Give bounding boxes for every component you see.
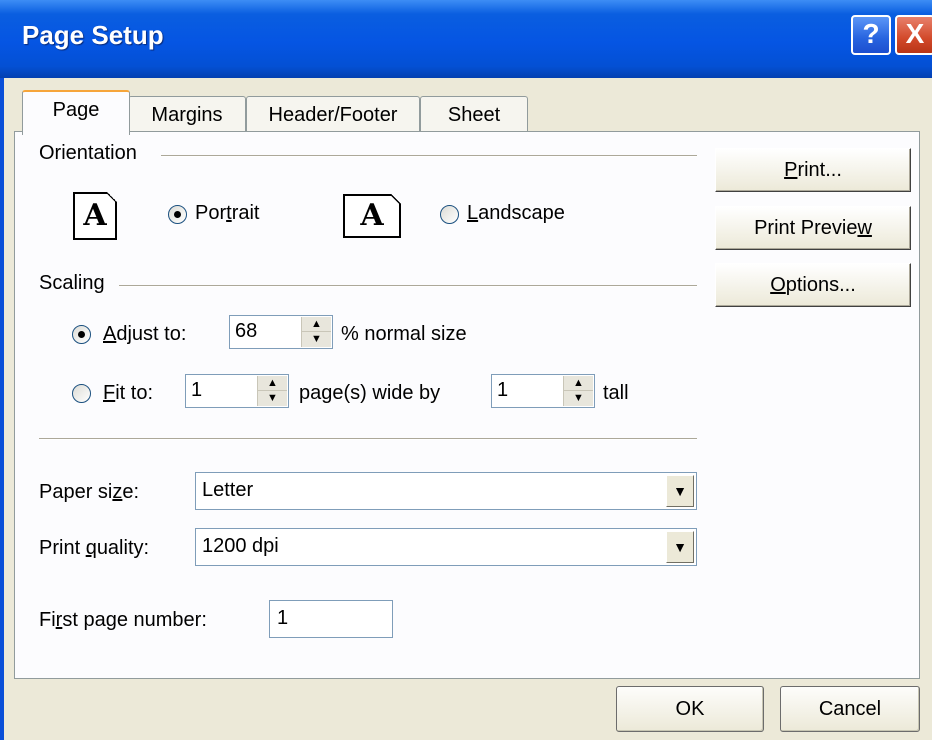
tab-page[interactable]: Page (22, 90, 130, 135)
help-button[interactable]: ? (851, 15, 891, 55)
cancel-label: Cancel (818, 698, 882, 720)
adjust-percent-value[interactable]: 68 (235, 320, 257, 343)
tab-label: Page (52, 99, 100, 121)
fit-tall-suffix-label: tall (603, 382, 629, 404)
page-setup-dialog: Page Setup ? X Margins Header/Footer She… (0, 0, 932, 740)
chevron-down-icon[interactable]: ▼ (666, 531, 694, 563)
ok-button[interactable]: OK (616, 686, 764, 732)
tab-header-footer[interactable]: Header/Footer (246, 96, 420, 134)
portrait-radio[interactable] (168, 205, 187, 224)
orientation-divider (161, 155, 697, 157)
spinner-buttons[interactable]: ▲ ▼ (257, 376, 287, 406)
adjust-percent-spinner[interactable]: 68 ▲ ▼ (229, 315, 333, 349)
paper-size-select[interactable]: Letter ▼ (195, 472, 697, 510)
fit-to-radio[interactable] (72, 384, 91, 403)
portrait-label[interactable]: Portrait (195, 202, 259, 225)
landscape-radio[interactable] (440, 205, 459, 224)
fit-wide-spinner[interactable]: 1 ▲ ▼ (185, 374, 289, 408)
close-icon: X (905, 18, 925, 49)
fit-to-label[interactable]: Fit to: (103, 382, 153, 405)
tab-label: Margins (151, 104, 223, 126)
tab-margins[interactable]: Margins (128, 96, 246, 134)
options-button[interactable]: Options... (715, 263, 911, 307)
adjust-suffix-label: % normal size (341, 323, 467, 345)
chevron-down-icon[interactable]: ▼ (666, 475, 694, 507)
scaling-divider (119, 285, 697, 287)
window-title: Page Setup (22, 20, 164, 50)
scaling-heading: Scaling (39, 272, 105, 295)
orientation-heading: Orientation (39, 142, 137, 165)
portrait-page-icon: A (73, 192, 117, 240)
spin-up-icon[interactable]: ▲ (564, 376, 593, 391)
spin-down-icon[interactable]: ▼ (302, 332, 331, 347)
print-preview-button[interactable]: Print Preview (715, 206, 911, 250)
tab-sheet[interactable]: Sheet (420, 96, 528, 134)
print-quality-value: 1200 dpi (202, 535, 279, 557)
fit-tall-spinner[interactable]: 1 ▲ ▼ (491, 374, 595, 408)
spin-down-icon[interactable]: ▼ (564, 391, 593, 406)
paper-size-value: Letter (202, 479, 254, 501)
spinner-buttons[interactable]: ▲ ▼ (563, 376, 593, 406)
landscape-label[interactable]: Landscape (467, 202, 565, 225)
first-page-number-label: First page number: (39, 609, 207, 631)
print-quality-label: Print quality: (39, 537, 150, 559)
spinner-buttons[interactable]: ▲ ▼ (301, 317, 331, 347)
ok-label: OK (675, 698, 705, 720)
help-icon: ? (862, 18, 880, 49)
close-button[interactable]: X (895, 15, 932, 55)
tab-panel-page: Orientation A Portrait A Landscape Scali… (14, 131, 920, 679)
landscape-page-icon: A (343, 194, 401, 238)
print-quality-select[interactable]: 1200 dpi ▼ (195, 528, 697, 566)
print-button[interactable]: Print... (715, 148, 911, 192)
window-border (0, 78, 4, 740)
tab-label: Header/Footer (268, 104, 398, 126)
first-page-number-input[interactable]: 1 (269, 600, 393, 638)
fit-wide-value[interactable]: 1 (191, 379, 202, 402)
spin-up-icon[interactable]: ▲ (258, 376, 287, 391)
fit-wide-suffix-label: page(s) wide by (299, 382, 441, 404)
fit-tall-value[interactable]: 1 (497, 379, 508, 402)
tab-label: Sheet (447, 104, 501, 126)
first-page-number-value[interactable]: 1 (277, 607, 288, 630)
title-bar[interactable]: Page Setup ? X (0, 0, 932, 78)
adjust-to-label[interactable]: Adjust to: (103, 323, 186, 346)
spin-down-icon[interactable]: ▼ (258, 391, 287, 406)
cancel-button[interactable]: Cancel (780, 686, 920, 732)
adjust-to-radio[interactable] (72, 325, 91, 344)
paper-size-label: Paper size: (39, 481, 140, 503)
section-divider (39, 438, 697, 440)
spin-up-icon[interactable]: ▲ (302, 317, 331, 332)
